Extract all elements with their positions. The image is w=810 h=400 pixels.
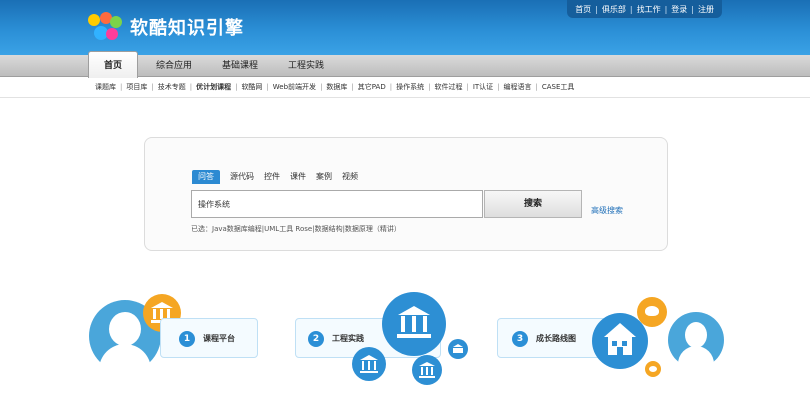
subnav-item[interactable]: 数据库 <box>326 82 347 92</box>
feature-number: 2 <box>308 331 324 347</box>
top-link-home[interactable]: 首页 <box>575 4 591 15</box>
advanced-search-link[interactable]: 高级搜索 <box>591 205 623 216</box>
subnav-item[interactable]: 编程语言 <box>504 82 532 92</box>
feature-label: 工程实践 <box>332 334 364 343</box>
site-header: 软酷知识引擎 首页 | 俱乐部 | 找工作 | 登录 | 注册 <box>0 0 810 55</box>
bird-icon <box>645 361 661 377</box>
top-link-login[interactable]: 登录 <box>671 4 687 15</box>
site-name: 软酷知识引擎 <box>130 18 244 39</box>
search-tab-cases[interactable]: 案例 <box>316 170 332 184</box>
bank-icon <box>448 339 468 359</box>
subnav-item[interactable]: 技术专题 <box>158 82 186 92</box>
logo-icon <box>88 12 126 42</box>
subnav-item[interactable]: 软件过程 <box>434 82 462 92</box>
search-tab-courseware[interactable]: 课件 <box>290 170 306 184</box>
top-links: 首页 | 俱乐部 | 找工作 | 登录 | 注册 <box>567 0 722 18</box>
tab-engineering[interactable]: 工程实践 <box>280 55 332 77</box>
tab-comprehensive[interactable]: 综合应用 <box>148 55 200 77</box>
feature-course-platform[interactable]: 1 课程平台 <box>160 318 258 358</box>
feature-label: 课程平台 <box>203 334 235 343</box>
search-tab-video[interactable]: 视频 <box>342 170 358 184</box>
top-link-club[interactable]: 俱乐部 <box>602 4 626 15</box>
top-link-jobs[interactable]: 找工作 <box>637 4 661 15</box>
divider: | <box>664 4 668 14</box>
divider: | <box>629 4 633 14</box>
search-tabs: 问答 源代码 控件 课件 案例 视频 <box>192 170 368 184</box>
top-link-register[interactable]: 注册 <box>698 4 714 15</box>
sub-nav: 课题库 | 项目库 | 技术专题 | 优计划课程 | 软酷网 | Web前端开发 | 数据库… <box>95 82 575 92</box>
feature-label: 成长路线图 <box>536 334 576 343</box>
divider: | <box>691 4 694 14</box>
divider: | <box>595 4 598 14</box>
subnav-item[interactable]: 操作系统 <box>396 82 424 92</box>
subnav-item[interactable]: Web前端开发 <box>273 82 316 92</box>
subnav-item[interactable]: 软酷网 <box>241 82 262 92</box>
tab-basic-courses[interactable]: 基础课程 <box>214 55 266 77</box>
bank-icon <box>412 355 442 385</box>
site-logo[interactable]: 软酷知识引擎 <box>88 12 244 42</box>
search-input[interactable] <box>191 190 483 218</box>
subnav-item[interactable]: 优计划课程 <box>196 82 231 92</box>
subnav-item[interactable]: 课题库 <box>95 82 116 92</box>
subnav-item[interactable]: IT认证 <box>473 82 493 92</box>
search-button[interactable]: 搜索 <box>484 190 582 218</box>
search-tab-qa[interactable]: 问答 <box>192 170 220 184</box>
feature-number: 1 <box>179 331 195 347</box>
search-tab-controls[interactable]: 控件 <box>264 170 280 184</box>
bank-icon <box>382 292 446 356</box>
bird-icon <box>637 297 667 327</box>
subnav-item[interactable]: 项目库 <box>126 82 147 92</box>
bank-icon <box>352 347 386 381</box>
main-nav: 首页 综合应用 基础课程 工程实践 <box>0 51 810 78</box>
tab-home[interactable]: 首页 <box>88 51 138 78</box>
search-tab-source[interactable]: 源代码 <box>230 170 254 184</box>
subnav-item[interactable]: CASE工具 <box>542 82 575 92</box>
search-panel: 问答 源代码 控件 课件 案例 视频 搜索 高级搜索 已选：Java数据库编程|… <box>144 137 668 251</box>
feature-number: 3 <box>512 331 528 347</box>
person-avatar-icon <box>668 312 724 368</box>
selected-filters: 已选：Java数据库编程|UML工具 Rose|数据结构|数据原理（精讲） <box>191 225 401 233</box>
subnav-item[interactable]: 其它PAD <box>358 82 386 92</box>
divider <box>0 97 810 98</box>
